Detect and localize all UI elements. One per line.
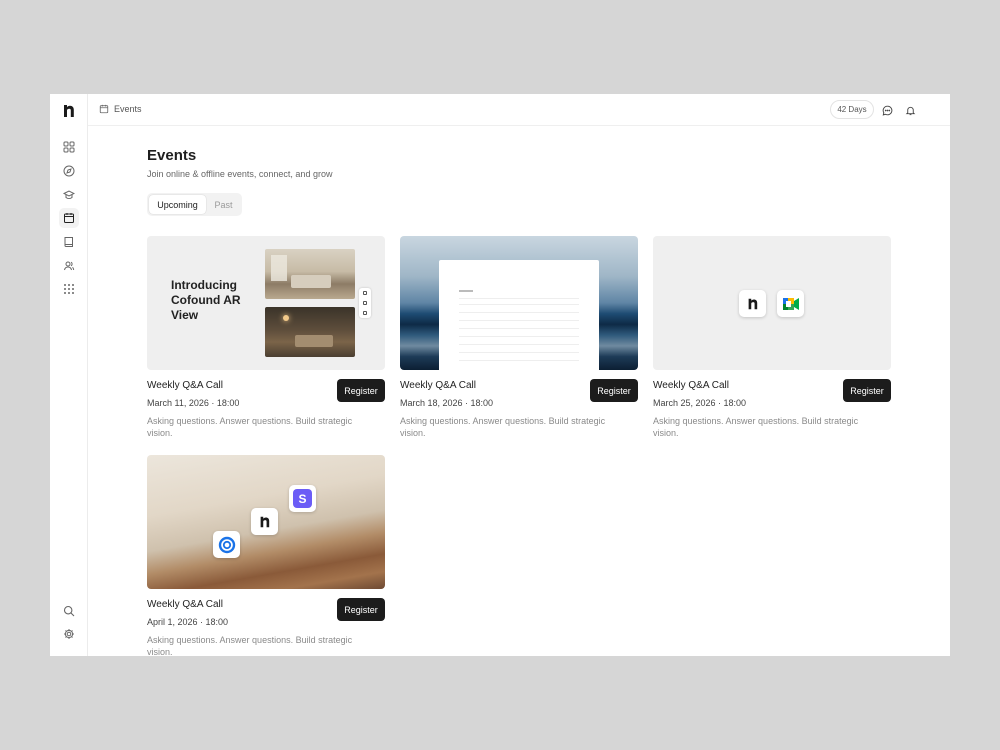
register-button[interactable]: Register xyxy=(590,379,638,402)
register-button[interactable]: Register xyxy=(337,598,385,621)
stripe-logo-tile: S xyxy=(289,485,316,512)
bell-icon xyxy=(905,106,915,115)
event-date: March 25, 2026 · 18:00 xyxy=(653,398,747,408)
event-date: March 11, 2026 · 18:00 xyxy=(147,398,240,408)
event-title: Weekly Q&A Call xyxy=(147,380,223,391)
event-card[interactable]: Weekly Q&A Call March 18, 2026 · 18:00 A… xyxy=(400,236,638,442)
app-screenshot-preview xyxy=(439,260,599,370)
cofound-logo-icon xyxy=(748,298,757,309)
dashboard-icon xyxy=(63,141,75,153)
calendly-logo-tile xyxy=(213,531,240,558)
event-card[interactable]: S Weekly Q&A Call April 1, 2026 · 18:00 … xyxy=(147,455,385,656)
stripe-icon: S xyxy=(293,489,312,508)
event-title: Weekly Q&A Call xyxy=(400,380,476,391)
book-icon xyxy=(64,237,73,247)
notifications-button[interactable] xyxy=(903,103,917,117)
google-meet-icon xyxy=(782,297,799,310)
events-tabs: Upcoming Past xyxy=(147,193,242,216)
users-icon xyxy=(64,261,75,271)
page-title: Events xyxy=(147,147,197,164)
app-logo-icon[interactable] xyxy=(61,103,77,119)
event-title: Weekly Q&A Call xyxy=(147,599,223,610)
event-description: Asking questions. Answer questions. Buil… xyxy=(400,416,606,438)
event-thumbnail: S xyxy=(147,455,385,589)
sidebar-item-events[interactable] xyxy=(59,208,79,228)
sidebar-item-learning[interactable] xyxy=(59,185,79,205)
compass-icon xyxy=(63,165,75,177)
graduation-cap-icon xyxy=(63,190,75,200)
thumbnail-headline: Introducing Cofound AR View xyxy=(171,278,241,322)
living-room-photo xyxy=(265,249,355,299)
register-button[interactable]: Register xyxy=(843,379,891,402)
sidebar-item-apps[interactable] xyxy=(59,279,79,299)
stripe-letter: S xyxy=(298,491,307,506)
event-card[interactable]: Introducing Cofound AR View Weekly Q&A C… xyxy=(147,236,385,442)
tab-past[interactable]: Past xyxy=(207,195,240,214)
calendly-icon xyxy=(218,536,235,553)
search-icon xyxy=(63,605,75,617)
sidebar-item-dashboard[interactable] xyxy=(59,137,79,157)
chat-bubble-icon xyxy=(882,105,892,116)
sidebar-search-button[interactable] xyxy=(59,601,79,621)
event-card[interactable]: Weekly Q&A Call March 25, 2026 · 18:00 A… xyxy=(653,236,891,442)
top-bar: Events 42 Days xyxy=(88,94,950,126)
calendar-icon xyxy=(64,213,74,223)
sidebar-item-library[interactable] xyxy=(59,232,79,252)
cofound-logo-icon xyxy=(260,516,269,527)
sidebar-item-explore[interactable] xyxy=(59,161,79,181)
event-date: March 18, 2026 · 18:00 xyxy=(400,398,494,408)
event-date: April 1, 2026 · 18:00 xyxy=(147,617,229,627)
sidebar-item-members[interactable] xyxy=(59,256,79,276)
calendar-icon xyxy=(99,104,109,114)
days-badge[interactable]: 42 Days xyxy=(830,100,874,119)
ar-toolbar xyxy=(359,288,371,318)
event-title: Weekly Q&A Call xyxy=(653,380,729,391)
messages-button[interactable] xyxy=(880,103,894,117)
sidebar-settings-button[interactable] xyxy=(59,624,79,644)
google-meet-tile xyxy=(777,290,804,317)
breadcrumb-label: Events xyxy=(114,104,142,114)
settings-icon xyxy=(64,629,74,639)
sidebar xyxy=(50,94,88,656)
cofound-logo-tile xyxy=(251,508,278,535)
cofound-logo-tile xyxy=(739,290,766,317)
tab-upcoming[interactable]: Upcoming xyxy=(149,195,206,214)
page-subtitle: Join online & offline events, connect, a… xyxy=(147,169,333,179)
night-room-photo xyxy=(265,307,355,357)
event-thumbnail xyxy=(400,236,638,370)
event-thumbnail: Introducing Cofound AR View xyxy=(147,236,385,370)
event-description: Asking questions. Answer questions. Buil… xyxy=(147,635,353,656)
event-description: Asking questions. Answer questions. Buil… xyxy=(147,416,353,438)
app-window: Events 42 Days Events Join online & offl… xyxy=(50,94,950,656)
apps-grid-icon xyxy=(64,284,74,294)
event-description: Asking questions. Answer questions. Buil… xyxy=(653,416,859,438)
breadcrumb[interactable]: Events xyxy=(99,104,142,114)
register-button[interactable]: Register xyxy=(337,379,385,402)
event-thumbnail xyxy=(653,236,891,370)
